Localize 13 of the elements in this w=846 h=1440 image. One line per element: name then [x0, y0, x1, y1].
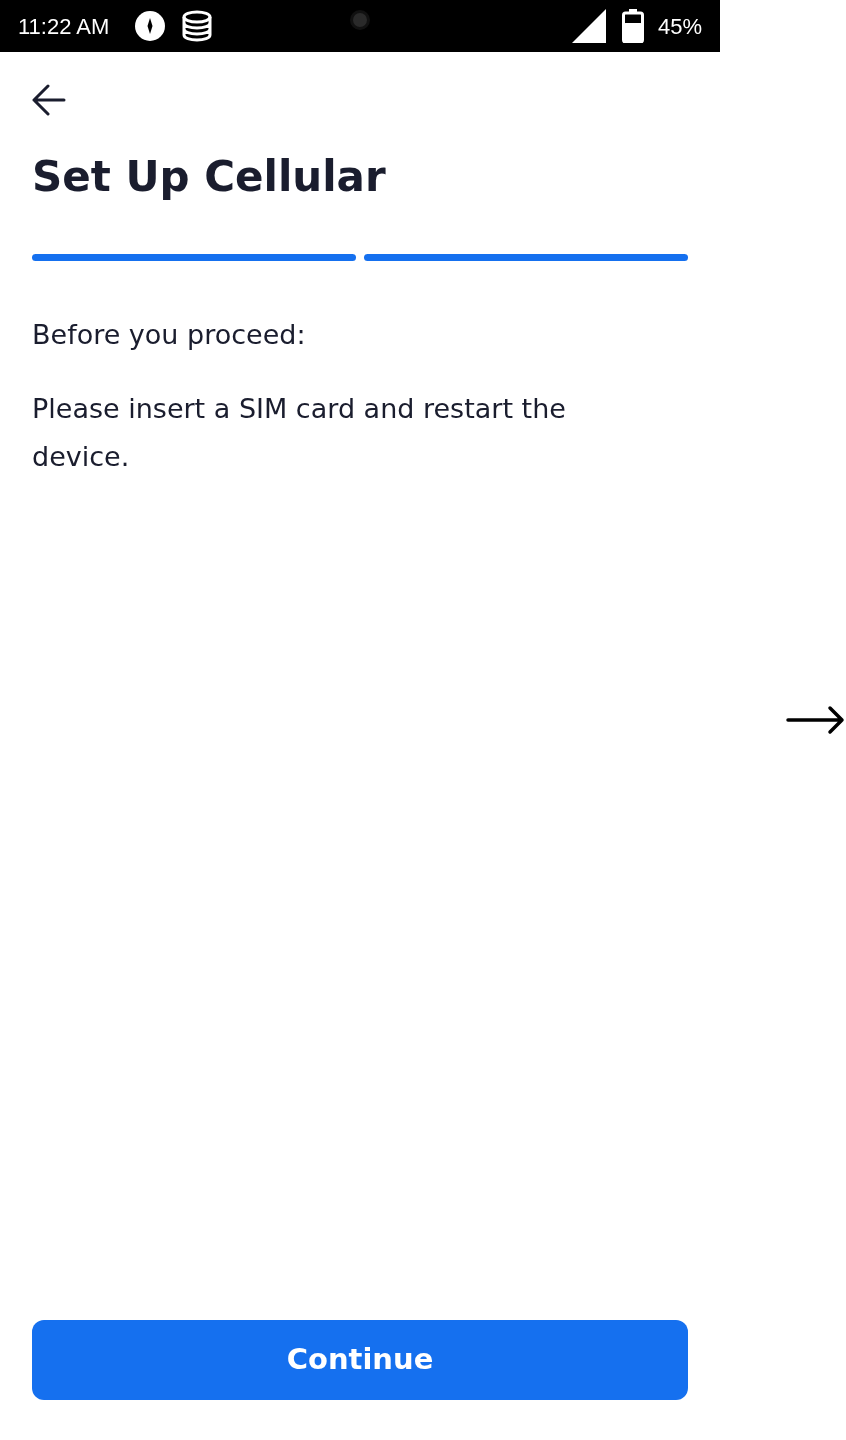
battery-icon: [621, 9, 644, 43]
signal-icon: [571, 9, 606, 43]
continue-button[interactable]: Continue: [32, 1320, 688, 1400]
database-icon: [181, 10, 214, 42]
battery-percent: 45%: [657, 12, 702, 41]
compass-icon: [135, 11, 166, 41]
arrow-icon: [786, 703, 846, 737]
page-title: Set Up Cellular: [32, 152, 387, 203]
status-time: 11:22 AM: [18, 12, 110, 41]
back-icon[interactable]: [32, 84, 66, 116]
instruction-text: Please insert a SIM card and restart the device.: [32, 392, 567, 475]
camera-dot: [350, 10, 370, 30]
instruction-text: Before you proceed:: [32, 318, 307, 353]
